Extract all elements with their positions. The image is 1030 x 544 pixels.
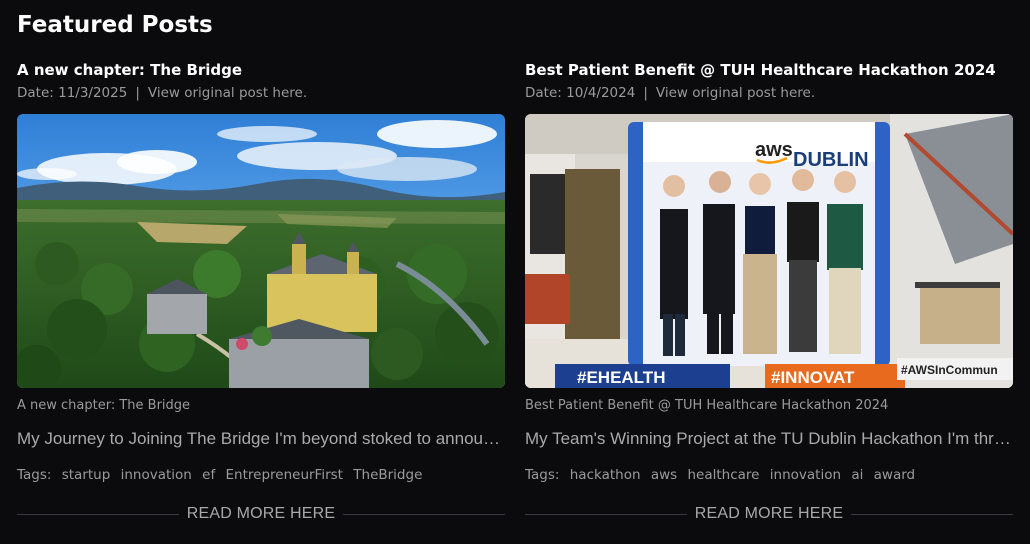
tag[interactable]: EntrepreneurFirst [226,467,343,483]
divider-line [17,513,179,515]
post-tags: Tags: startup innovation ef Entrepreneur… [17,467,505,487]
view-original-link[interactable]: View original post here. [656,85,815,101]
tag[interactable]: healthcare [687,467,759,483]
post-excerpt: My Journey to Joining The Bridge I'm bey… [17,429,505,448]
meta-separator: | [643,85,648,101]
read-more-button[interactable]: READ MORE HERE [179,505,344,523]
hackathon-team-photo: aws DUBLIN #EHEALTH #INNOVAT #AWSInCommu… [525,114,1013,388]
section-title: Featured Posts [17,12,213,38]
tag[interactable]: ai [851,467,863,483]
post-title[interactable]: Best Patient Benefit @ TUH Healthcare Ha… [525,61,1013,83]
tag[interactable]: ef [202,467,215,483]
divider-line [851,513,1014,515]
post-meta: Date: 10/4/2024 | View original post here. [525,85,1013,105]
aws-logo-text: aws [755,139,793,161]
post-card: A new chapter: The Bridge Date: 11/3/202… [17,61,506,525]
post-meta: Date: 11/3/2025 | View original post here. [17,85,505,105]
read-more-button[interactable]: READ MORE HERE [687,505,852,523]
tag[interactable]: innovation [121,467,192,483]
divider-line [525,513,687,515]
meta-separator: | [135,85,140,101]
tags-label: Tags: [17,467,52,483]
read-more-row: READ MORE HERE [525,503,1014,525]
tag[interactable]: innovation [770,467,841,483]
post-excerpt: My Team's Winning Project at the TU Dubl… [525,429,1013,448]
ehealth-banner-text: #EHEALTH [577,368,665,387]
featured-posts-page: Featured Posts A new chapter: The Bridge… [0,0,1030,544]
tag[interactable]: TheBridge [353,467,422,483]
tags-label: Tags: [525,467,560,483]
image-caption: Best Patient Benefit @ TUH Healthcare Ha… [525,398,889,413]
divider-line [343,513,506,515]
post-date: Date: 11/3/2025 [17,85,128,101]
post-image-castle[interactable] [17,114,505,388]
castle-landscape-image [17,114,505,388]
post-card: Best Patient Benefit @ TUH Healthcare Ha… [525,61,1014,525]
tag[interactable]: aws [651,467,677,483]
post-title[interactable]: A new chapter: The Bridge [17,61,505,83]
tag[interactable]: award [874,467,915,483]
read-more-row: READ MORE HERE [17,503,506,525]
tag[interactable]: startup [62,467,111,483]
post-tags: Tags: hackathon aws healthcare innovatio… [525,467,1013,487]
dublin-logo-text: DUBLIN [793,149,869,171]
view-original-link[interactable]: View original post here. [148,85,307,101]
innovate-banner-text: #INNOVAT [771,368,855,387]
post-image-hackathon-team[interactable]: aws DUBLIN #EHEALTH #INNOVAT #AWSInCommu… [525,114,1013,388]
image-caption: A new chapter: The Bridge [17,398,191,413]
post-date: Date: 10/4/2024 [525,85,636,101]
awsincommunity-banner-text: #AWSInCommun [901,363,998,377]
tag[interactable]: hackathon [570,467,641,483]
